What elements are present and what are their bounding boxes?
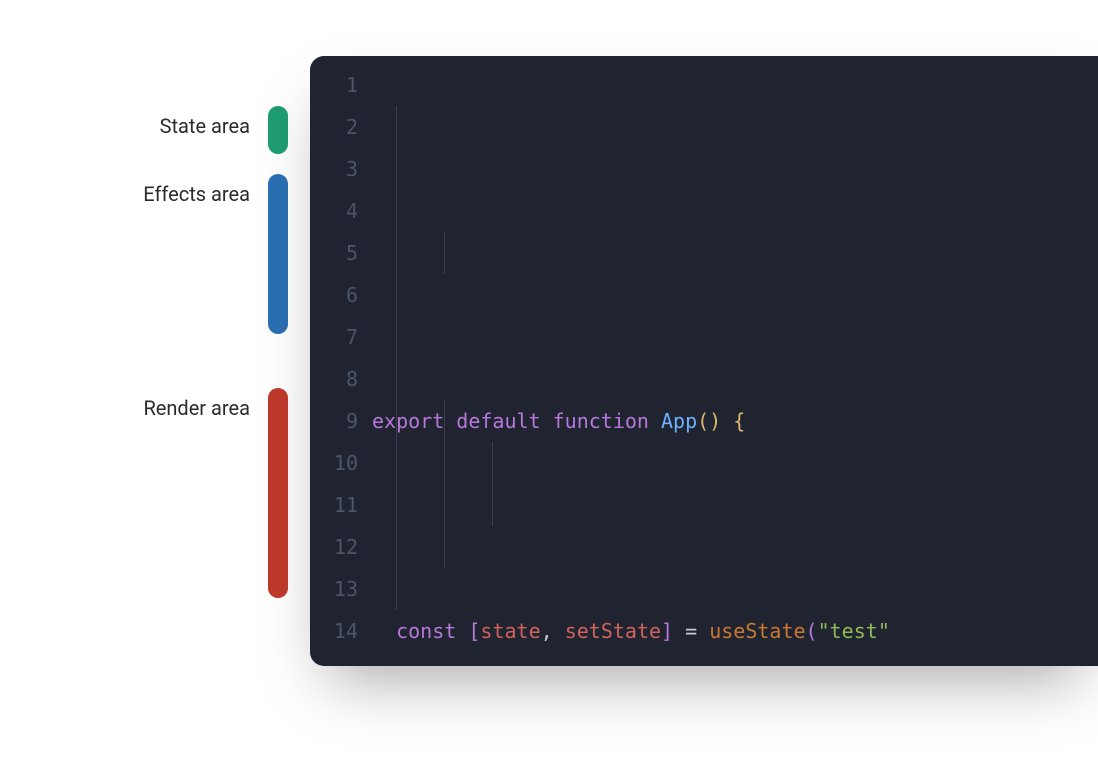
- legend-label-state: State area: [160, 106, 250, 138]
- line-number: 4: [310, 190, 358, 232]
- line-number-gutter: 1 2 3 4 5 6 7 8 9 10 11 12 13 14: [310, 64, 372, 666]
- line-number: 6: [310, 274, 358, 316]
- line-number: 3: [310, 148, 358, 190]
- legend-label-effects: Effects area: [143, 174, 250, 206]
- legend-pill-render: [268, 388, 288, 598]
- line-number: 8: [310, 358, 358, 400]
- legend-row-render: Render area: [0, 388, 310, 598]
- line-number: 12: [310, 526, 358, 568]
- code-editor-window: 1 2 3 4 5 6 7 8 9 10 11 12 13 14 export …: [310, 56, 1098, 666]
- fn-usestate: useState: [709, 619, 805, 643]
- line-number: 9: [310, 400, 358, 442]
- kw-const: const: [396, 619, 456, 643]
- code-line: const [state, setState] = useState("test…: [372, 610, 1098, 652]
- code-content[interactable]: export default function App() { const [s…: [372, 64, 1098, 666]
- legend-row-state: State area: [0, 106, 310, 154]
- legend-pill-state: [268, 106, 288, 154]
- var-setstate: setState: [565, 619, 661, 643]
- fn-app: App: [661, 409, 697, 433]
- indent-guide: [396, 106, 397, 610]
- line-number: 14: [310, 610, 358, 652]
- kw-default: default: [456, 409, 540, 433]
- line-number: 13: [310, 568, 358, 610]
- indent-guide: [444, 232, 445, 274]
- line-number: 11: [310, 484, 358, 526]
- code-area-legend: State area Effects area Render area: [0, 106, 310, 598]
- code-area[interactable]: 1 2 3 4 5 6 7 8 9 10 11 12 13 14 export …: [310, 56, 1098, 666]
- var-state: state: [480, 619, 540, 643]
- legend-label-render: Render area: [143, 388, 250, 420]
- kw-function: function: [553, 409, 649, 433]
- line-number: 2: [310, 106, 358, 148]
- kw-export: export: [372, 409, 444, 433]
- legend-pill-effects: [268, 174, 288, 334]
- line-number: 5: [310, 232, 358, 274]
- line-number: 10: [310, 442, 358, 484]
- line-number: 7: [310, 316, 358, 358]
- indent-guide: [492, 442, 493, 526]
- line-number: 1: [310, 64, 358, 106]
- legend-row-effects: Effects area: [0, 174, 310, 334]
- code-line: export default function App() {: [372, 400, 1098, 442]
